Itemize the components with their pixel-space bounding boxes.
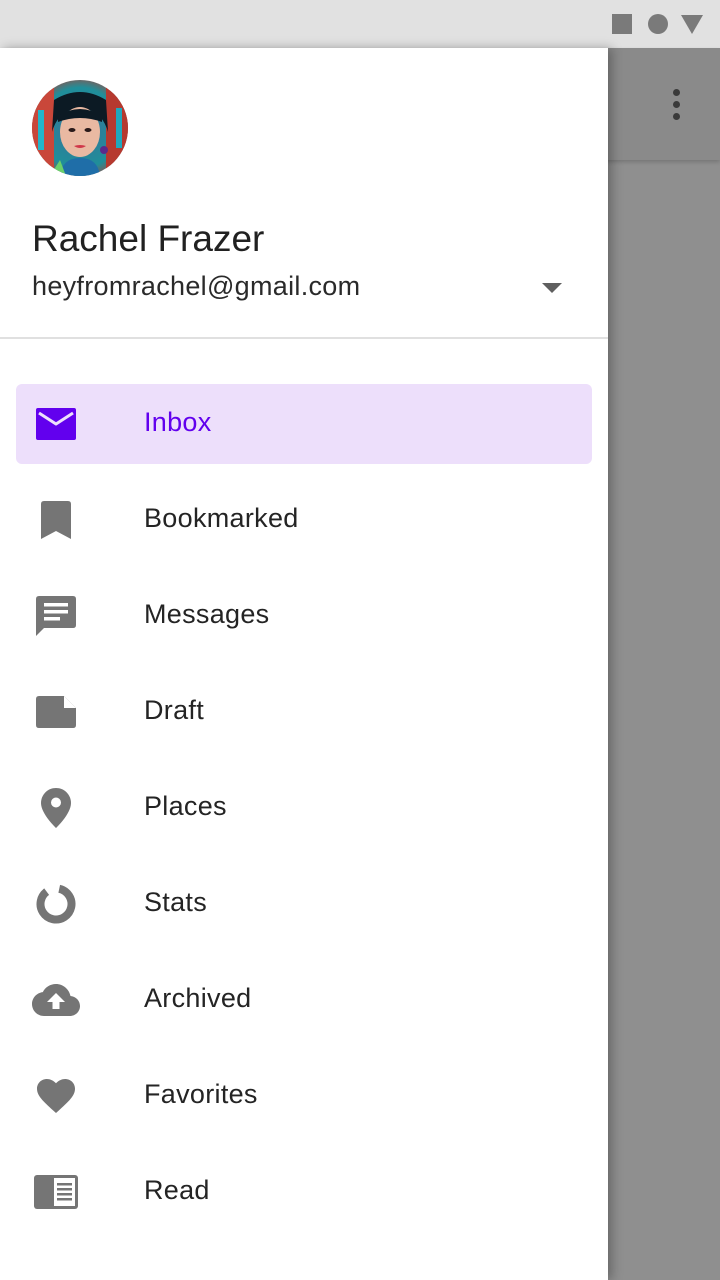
nav-label: Favorites	[144, 1079, 258, 1109]
more-vert-icon[interactable]	[656, 82, 696, 126]
avatar[interactable]	[32, 80, 128, 176]
avatar-photo	[32, 80, 128, 176]
nav-label: Messages	[144, 599, 270, 629]
status-bar	[0, 0, 720, 48]
bookmark-icon	[32, 498, 80, 542]
navigation-drawer: Rachel Frazer heyfromrachel@gmail.com In…	[0, 48, 608, 1280]
circle-icon[interactable]	[648, 14, 668, 34]
nav-label: Inbox	[144, 407, 212, 437]
nav-item-favorites[interactable]: Favorites	[16, 1056, 592, 1136]
nav-item-bookmarked[interactable]: Bookmarked	[16, 480, 592, 560]
nav-label: Stats	[144, 887, 208, 917]
nav-item-stats[interactable]: Stats	[16, 864, 592, 944]
nav-item-inbox[interactable]: Inbox	[16, 384, 592, 464]
cloud-upload-icon	[32, 978, 80, 1022]
nav-label: Places	[144, 791, 227, 821]
nav-label: Read	[144, 1175, 210, 1205]
heart-icon	[32, 1074, 80, 1118]
mail-icon	[32, 402, 80, 446]
account-email: heyfromrachel@gmail.com	[32, 271, 361, 301]
nav-item-messages[interactable]: Messages	[16, 576, 592, 656]
triangle-icon[interactable]	[681, 15, 703, 34]
arrow-drop-down-icon[interactable]	[528, 268, 576, 308]
message-icon	[32, 594, 80, 638]
read-icon	[32, 1170, 80, 1214]
nav-item-draft[interactable]: Draft	[16, 672, 592, 752]
draft-icon	[32, 690, 80, 734]
nav-label: Draft	[144, 695, 205, 725]
place-icon	[32, 786, 80, 830]
account-name: Rachel Frazer	[32, 218, 265, 259]
nav-label: Archived	[144, 983, 252, 1013]
drawer-header: Rachel Frazer heyfromrachel@gmail.com	[0, 48, 608, 339]
nav-label: Bookmarked	[144, 503, 299, 533]
nav-item-places[interactable]: Places	[16, 768, 592, 848]
donut-icon	[32, 882, 80, 926]
nav-item-archived[interactable]: Archived	[16, 960, 592, 1040]
nav-item-read[interactable]: Read	[16, 1152, 592, 1232]
square-icon[interactable]	[612, 14, 632, 34]
